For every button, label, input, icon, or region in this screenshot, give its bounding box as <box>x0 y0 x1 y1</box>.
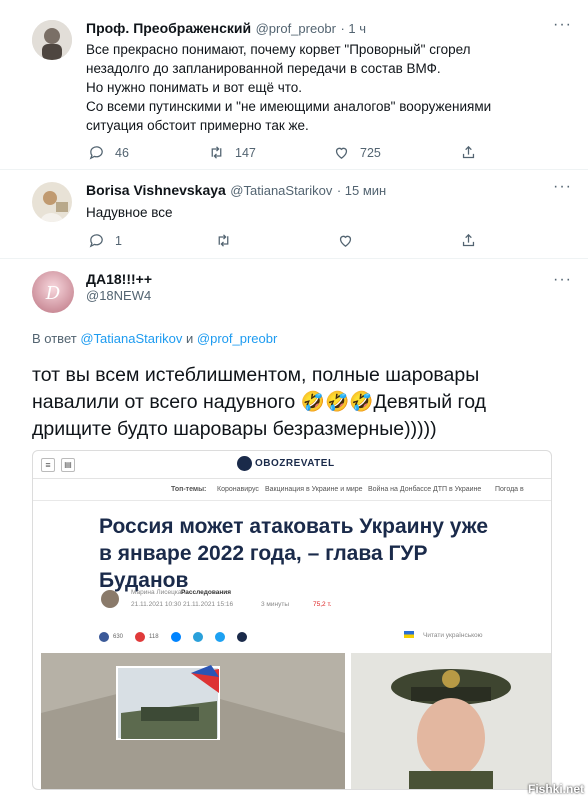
reply-prefix: В ответ <box>32 331 77 346</box>
menu-icon[interactable]: ≡ <box>41 458 55 472</box>
twitter-icon[interactable] <box>214 632 225 642</box>
article-image-right <box>351 653 551 789</box>
like-button[interactable]: 725 <box>333 144 381 161</box>
retweet-button[interactable]: 147 <box>208 144 256 161</box>
timestamp[interactable]: · 1 ч <box>340 21 366 36</box>
tweet-text-line: дрищите будто шаровары безразмерные))))) <box>32 418 437 440</box>
article-date-2: 21.11.2021 15:16 <box>183 601 234 608</box>
nav-item[interactable]: Война на Донбассе <box>368 486 431 493</box>
document-icon[interactable]: ▤ <box>61 458 75 472</box>
reply-and: и <box>186 331 194 346</box>
nav-item[interactable]: Погода в <box>495 486 524 493</box>
views-count: 75,2 т. <box>313 601 332 608</box>
like-button[interactable] <box>337 232 354 249</box>
telegram-icon[interactable] <box>192 632 203 642</box>
nav-label: Топ-темы: <box>171 486 207 493</box>
heart-icon <box>339 235 352 247</box>
messenger-icon[interactable] <box>170 632 181 642</box>
mention-link[interactable]: @prof_preobr <box>197 331 277 346</box>
mention-link[interactable]: @TatianaStarikov <box>80 331 182 346</box>
author-name[interactable]: Borisa Vishnevskaya <box>86 182 226 198</box>
author-name[interactable]: ДА18!!!++ <box>86 271 152 287</box>
reply-button[interactable]: 1 <box>88 232 122 249</box>
heart-icon <box>335 147 348 159</box>
retweet-icon <box>211 146 222 159</box>
read-time: 3 минуты <box>261 601 290 608</box>
nav-item[interactable]: Вакцинация в Украине и мире <box>265 486 363 493</box>
reply-icon <box>89 146 103 160</box>
facebook-count: 630 <box>113 634 124 640</box>
site-logo[interactable]: OBOZREVATEL <box>237 456 335 471</box>
email-icon[interactable] <box>236 632 247 642</box>
facebook-icon[interactable] <box>99 632 109 642</box>
comments-icon[interactable] <box>135 632 146 642</box>
more-icon[interactable]: ··· <box>553 178 572 196</box>
ukraine-flag-icon <box>404 631 414 638</box>
nav-item[interactable]: ДТП в Украине <box>433 486 481 493</box>
logo-icon <box>237 456 252 471</box>
tweet-text-line: ситуация обстоит примерно так же. <box>86 118 309 133</box>
author-handle[interactable]: @TatianaStarikov <box>230 183 332 198</box>
reply-count: 1 <box>115 233 122 248</box>
avatar[interactable] <box>32 182 72 222</box>
watermark: Fishki.net <box>527 782 584 796</box>
article-headline[interactable]: Россия может атаковать Украину уже в янв… <box>99 513 499 594</box>
tweet-text-line: навалили от всего надувного 🤣🤣🤣Девятый г… <box>32 391 486 413</box>
tweet-text: Надувное все <box>86 205 173 220</box>
author-handle[interactable]: @18NEW4 <box>86 288 152 303</box>
comments-count: 118 <box>149 634 159 640</box>
retweet-count: 147 <box>235 145 256 160</box>
article-image-left <box>41 653 345 789</box>
timestamp[interactable]: · 15 мин <box>337 183 386 198</box>
share-row: 630 118 <box>99 632 247 642</box>
tweet-2[interactable]: Borisa Vishnevskaya @TatianaStarikov · 1… <box>0 170 588 258</box>
share-button[interactable] <box>460 232 477 249</box>
tweet-text-line: Но нужно понимать и вот ещё что. <box>86 80 303 95</box>
tweet-1[interactable]: Проф. Преображенский @prof_preobr · 1 ч … <box>0 0 588 170</box>
retweet-icon <box>218 234 229 247</box>
share-icon <box>462 233 475 247</box>
share-button[interactable] <box>460 144 477 161</box>
author-avatar <box>101 590 119 608</box>
logo-text: OBOZREVATEL <box>255 458 335 469</box>
article-header: ≡ ▤ OBOZREVATEL <box>33 451 551 479</box>
retweet-button[interactable] <box>215 232 232 249</box>
article-nav: Топ-темы: Коронавирус Вакцинация в Украи… <box>33 479 551 501</box>
article-date-1: 21.11.2021 10:30 <box>131 601 182 608</box>
tweet-text-line: незадолго до запланированной передачи в … <box>86 61 441 76</box>
svg-text:D: D <box>45 283 61 304</box>
more-icon[interactable]: ··· <box>553 16 572 34</box>
author-name[interactable]: Проф. Преображенский <box>86 20 251 36</box>
nav-item[interactable]: Коронавирус <box>217 486 259 493</box>
reply-context: В ответ @TatianaStarikov и @prof_preobr <box>32 331 277 346</box>
article-author[interactable]: Марина Лисецкая <box>131 589 185 596</box>
share-icon <box>462 145 475 159</box>
embedded-article-image[interactable]: ≡ ▤ OBOZREVATEL Топ-темы: Коронавирус Ва… <box>32 450 552 790</box>
tweet-text-line: Со всеми путинскими и "не имеющими анало… <box>86 99 492 114</box>
tweet-text-line: Все прекрасно понимают, почему корвет "П… <box>86 42 471 57</box>
reply-icon <box>89 234 103 248</box>
more-icon[interactable]: ··· <box>553 271 572 289</box>
tweet-text-line: тот вы всем истеблишментом, полные шаров… <box>32 364 480 386</box>
like-count: 725 <box>360 145 381 160</box>
author-handle[interactable]: @prof_preobr <box>256 21 336 36</box>
read-ukrainian-link[interactable]: Читати українською <box>423 632 483 639</box>
article-category[interactable]: Расследования <box>181 589 231 596</box>
reply-count: 46 <box>115 145 129 160</box>
avatar[interactable]: D <box>32 271 74 313</box>
reply-button[interactable]: 46 <box>88 144 129 161</box>
avatar[interactable] <box>32 20 72 60</box>
